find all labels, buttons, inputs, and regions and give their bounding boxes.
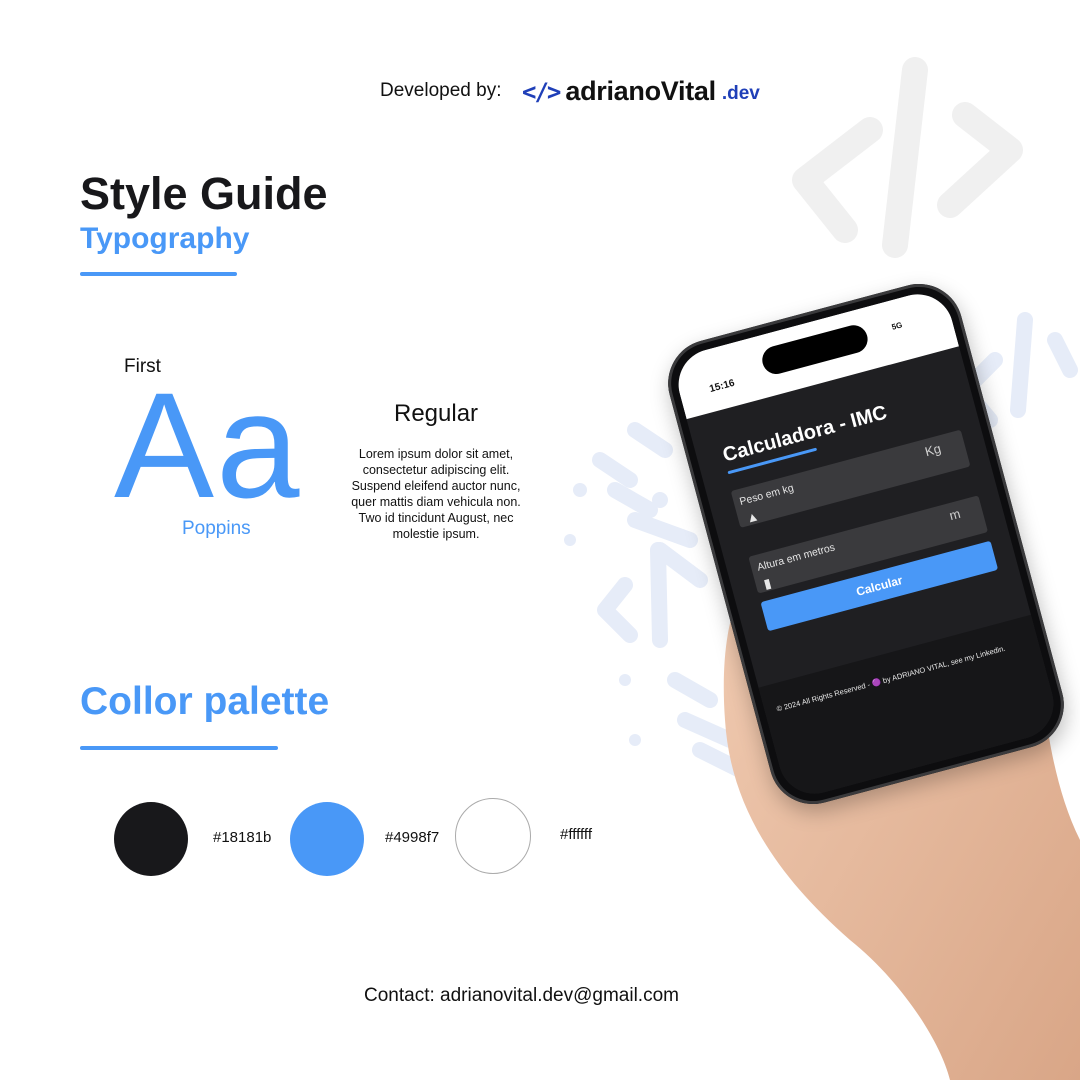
code-brackets-icon: </>: [522, 77, 561, 106]
font-name: Poppins: [182, 518, 251, 539]
color-swatch-blue: [290, 802, 364, 876]
page-title: Style Guide: [80, 168, 328, 219]
section-title-typography: Typography: [80, 222, 250, 255]
font-sample-aa: Aa: [114, 361, 302, 529]
color-hex-blue: #4998f7: [385, 829, 440, 846]
color-hex-white: #ffffff: [560, 826, 592, 843]
developed-by-label: Developed by:: [380, 80, 502, 101]
brand-name: adrianoVital: [565, 76, 716, 106]
dynamic-island: [759, 322, 871, 378]
typography-divider: [80, 272, 237, 276]
color-swatch-dark: [114, 802, 188, 876]
brand-tld: .dev: [721, 83, 760, 104]
contact-email[interactable]: Contact: adrianovital.dev@gmail.com: [364, 985, 679, 1007]
signal-icon: 5G: [890, 320, 904, 332]
color-hex-dark: #18181b: [213, 829, 272, 846]
color-swatch-white: [455, 798, 531, 874]
brand-logo[interactable]: </> adrianoVital .dev: [522, 76, 760, 107]
footer-text: © 2024 All Rights Reserved - 🟣 by ADRIAN…: [775, 643, 1007, 714]
status-time: 15:16: [708, 377, 736, 395]
lorem-paragraph: Lorem ipsum dolor sit amet, consectetur …: [351, 447, 521, 541]
font-weight-label: Regular: [394, 400, 479, 427]
palette-divider: [80, 746, 278, 750]
section-title-palette: Collor palette: [80, 680, 330, 723]
